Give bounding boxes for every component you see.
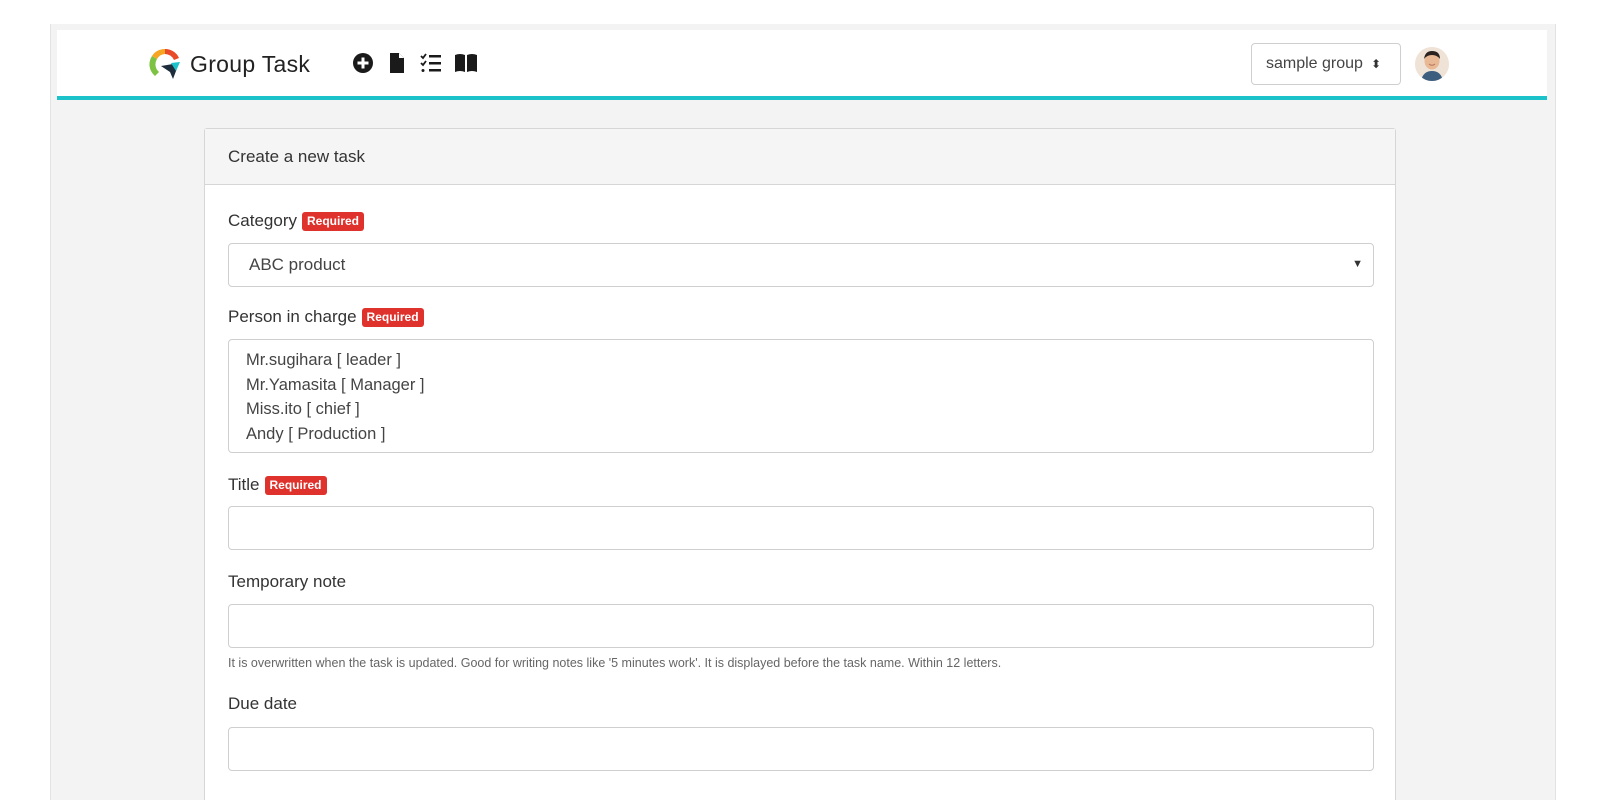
temp-note-help: It is overwritten when the task is updat… [228,656,1002,670]
title-label: Title [228,475,260,494]
category-select-value: ABC product [249,255,346,274]
required-badge: Required [361,307,424,327]
person-option[interactable]: Mr.sugihara [ leader ] [246,348,1356,373]
temp-note-input[interactable] [228,604,1374,648]
category-select[interactable]: ABC product ▼ [228,243,1374,287]
person-label-row: Person in charge Required [228,307,1372,327]
create-task-card: Create a new task Category Required ABC … [204,128,1396,800]
group-select[interactable]: sample group ⬍ [1251,43,1401,85]
book-icon[interactable] [454,52,478,74]
brand-name: Group Task [190,50,311,77]
required-badge: Required [264,475,327,495]
title-input[interactable] [228,506,1374,550]
plus-circle-icon[interactable] [352,52,374,74]
temp-note-label-row: Temporary note [228,572,1372,592]
group-select-value: sample group [1266,55,1363,72]
person-multiselect[interactable]: Mr.sugihara [ leader ] Mr.Yamasita [ Man… [228,339,1374,453]
card-header: Create a new task [205,129,1395,185]
chevron-down-icon: ▼ [1352,258,1363,270]
category-label-row: Category Required [228,211,1372,231]
file-icon[interactable] [386,52,408,74]
checklist-icon[interactable] [420,52,442,74]
person-option[interactable]: Andy [ Production ] [246,422,1356,447]
required-badge: Required [301,211,364,231]
temp-note-label: Temporary note [228,572,347,591]
top-navbar: Group Task sample group ⬍ [57,30,1547,100]
due-date-label-row: Due date [228,694,1372,714]
person-label: Person in charge [228,307,357,326]
person-option[interactable]: Miss.ito [ chief ] [246,397,1356,422]
nav-icons [352,52,478,74]
avatar[interactable] [1415,47,1449,81]
due-date-label: Due date [228,694,297,713]
person-option[interactable]: Mr.Yamasita [ Manager ] [246,373,1356,398]
card-body: Category Required ABC product ▼ Person i… [205,211,1395,771]
category-label: Category [228,211,297,230]
logo-icon [149,48,180,79]
due-date-input[interactable] [228,727,1374,771]
brand[interactable]: Group Task [147,46,310,82]
user-avatar-icon [1415,47,1449,81]
title-label-row: Title Required [228,475,1372,495]
sort-caret-icon: ⬍ [1370,57,1382,71]
